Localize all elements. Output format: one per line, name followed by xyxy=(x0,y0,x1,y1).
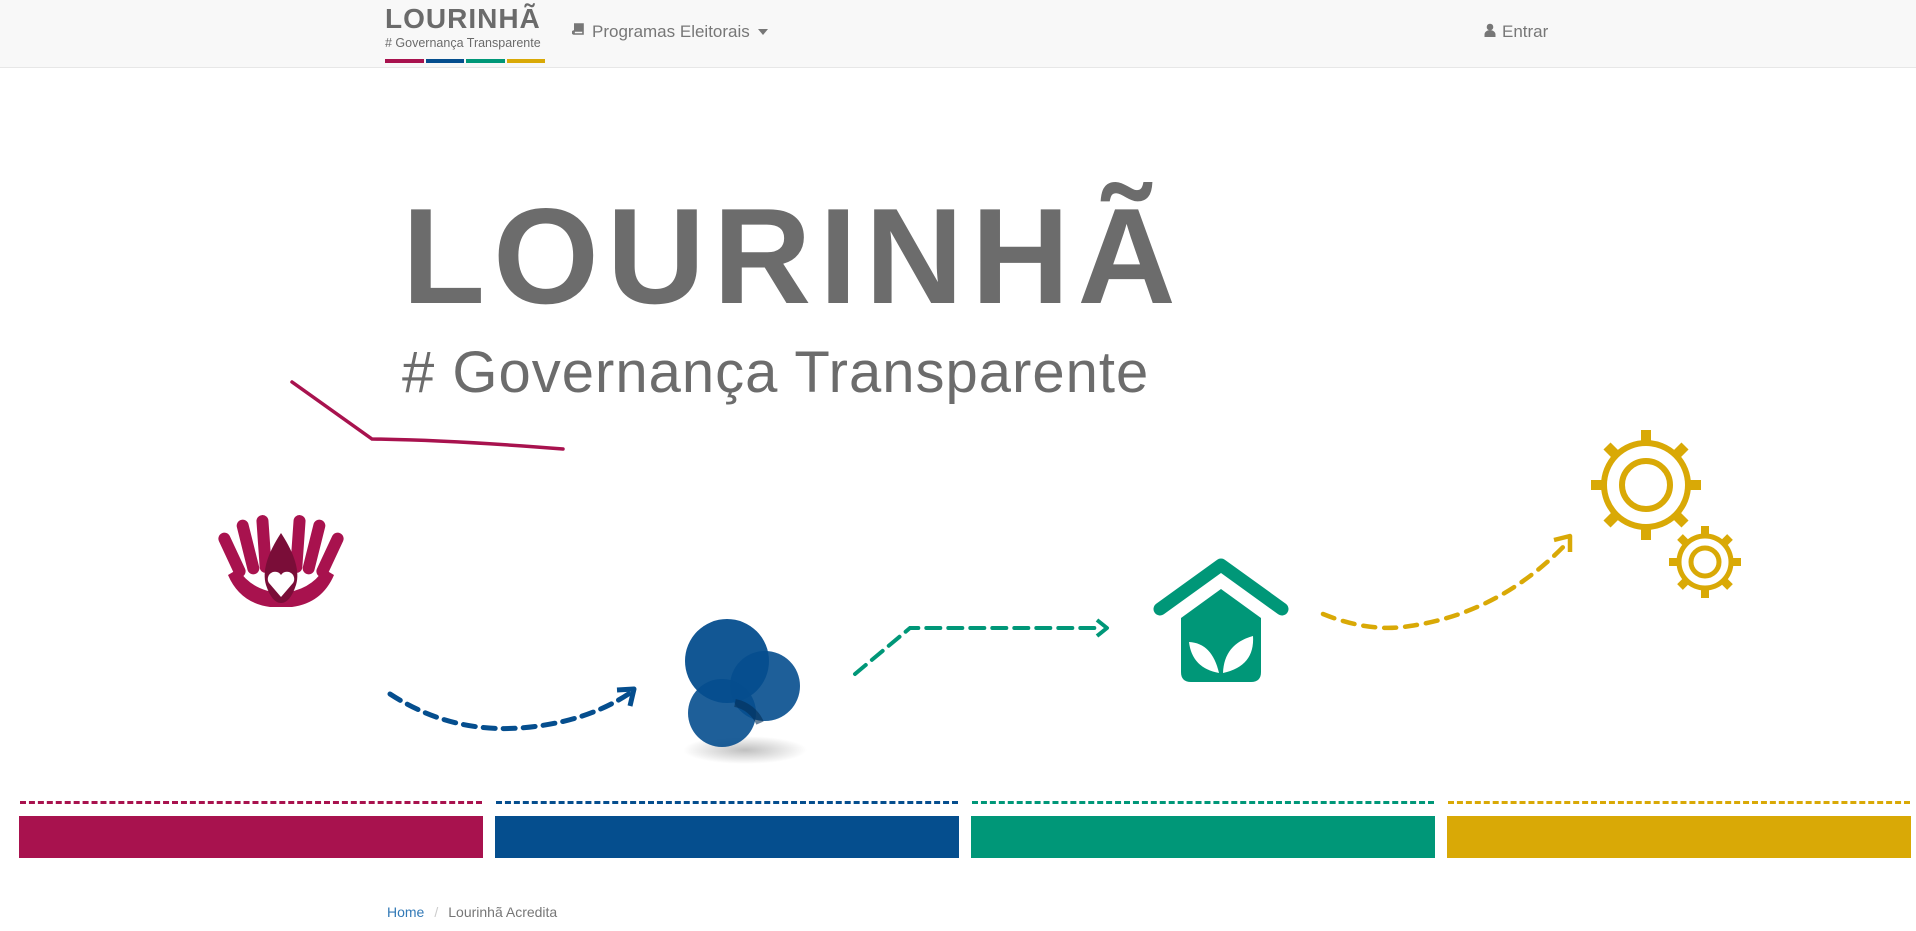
breadcrumb-current: Lourinhã Acredita xyxy=(448,904,558,920)
stripe-dash-yellow xyxy=(1448,801,1910,804)
brand-color-bar xyxy=(385,59,545,63)
stripe-magenta xyxy=(19,816,483,858)
decorative-stroke xyxy=(290,380,565,451)
login-link[interactable]: Entrar xyxy=(1484,20,1548,44)
breadcrumb-separator: / xyxy=(434,904,439,920)
eco-house-icon xyxy=(1153,558,1289,682)
login-label: Entrar xyxy=(1502,22,1549,41)
color-stripes xyxy=(0,794,1916,858)
chevron-down-icon xyxy=(757,29,768,35)
user-icon xyxy=(1484,20,1496,44)
stripe-dash-magenta xyxy=(20,801,482,804)
stripe-dash-blue xyxy=(496,801,958,804)
stripe-green xyxy=(971,816,1435,858)
brand-tagline: # Governança Transparente xyxy=(385,36,541,50)
programas-eleitorais-dropdown[interactable]: Programas Eleitorais xyxy=(571,20,768,44)
circles-icon xyxy=(683,619,807,764)
brand-name: LOURINHÃ xyxy=(385,3,541,34)
programas-eleitorais-label: Programas Eleitorais xyxy=(592,22,750,41)
breadcrumb: Home / Lourinhã Acredita xyxy=(387,902,557,922)
book-icon xyxy=(571,20,586,44)
hands-heart-icon xyxy=(218,515,344,607)
brand-logo[interactable]: LOURINHÃ # Governança Transparente xyxy=(385,2,545,64)
stripe-blue xyxy=(495,816,959,858)
gears-icon xyxy=(1591,430,1741,598)
top-navbar: LOURINHÃ # Governança Transparente Progr… xyxy=(0,0,1916,68)
hero-banner: LOURINHÃ # Governança Transparente xyxy=(0,68,1916,868)
stripe-dash-green xyxy=(972,801,1434,804)
hero-illustration xyxy=(218,380,1741,764)
breadcrumb-home-link[interactable]: Home xyxy=(387,902,424,922)
stripe-yellow xyxy=(1447,816,1911,858)
